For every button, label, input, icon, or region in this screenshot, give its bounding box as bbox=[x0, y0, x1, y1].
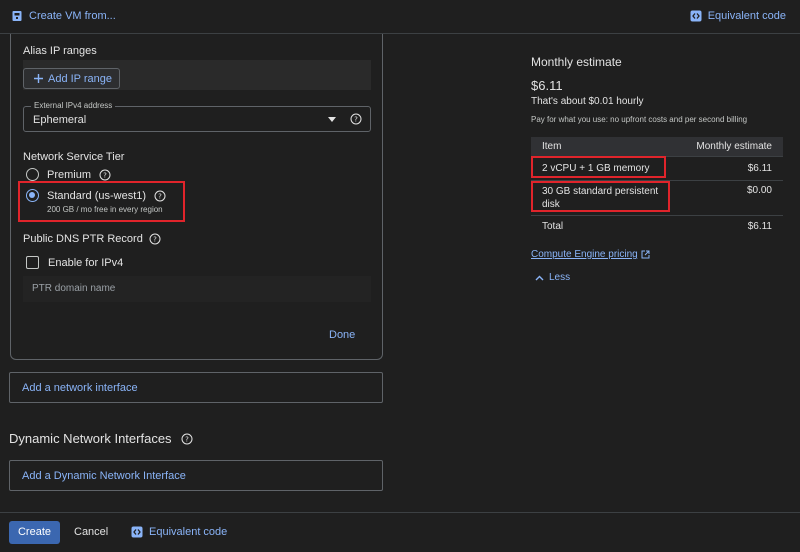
done-button[interactable]: Done bbox=[329, 329, 355, 341]
add-network-interface-button[interactable]: Add a network interface bbox=[9, 372, 383, 403]
standard-label: Standard (us-west1) bbox=[47, 189, 147, 202]
add-dynamic-network-interface-button[interactable]: Add a Dynamic Network Interface bbox=[9, 460, 383, 491]
create-vm-from-label: Create VM from... bbox=[29, 10, 116, 22]
row-cost: $6.11 bbox=[747, 221, 772, 232]
dropdown-arrow-icon bbox=[328, 117, 336, 122]
row-cost: $0.00 bbox=[746, 185, 772, 196]
enable-ipv4-option[interactable]: Enable for IPv4 bbox=[26, 256, 123, 269]
svg-text:?: ? bbox=[153, 236, 157, 244]
chevron-up-icon bbox=[535, 275, 544, 281]
estimate-price: $6.11 bbox=[531, 78, 563, 93]
bottom-bar: Create Cancel Equivalent code bbox=[0, 512, 800, 552]
dns-ptr-label: Public DNS PTR Record bbox=[23, 233, 143, 245]
add-ip-range-button[interactable]: Add IP range bbox=[23, 68, 120, 89]
svg-text:?: ? bbox=[354, 116, 358, 124]
table-header: Item Monthly estimate bbox=[531, 137, 783, 156]
help-icon[interactable]: ? bbox=[181, 433, 193, 445]
less-toggle[interactable]: Less bbox=[535, 272, 570, 283]
estimate-hourly: That's about $0.01 hourly bbox=[531, 96, 644, 107]
equivalent-code-bottom-label: Equivalent code bbox=[149, 526, 228, 538]
monthly-estimate-title: Monthly estimate bbox=[531, 55, 622, 69]
code-icon bbox=[131, 526, 143, 538]
column-item: Item bbox=[542, 141, 562, 152]
add-network-interface-label: Add a network interface bbox=[22, 382, 138, 394]
help-icon[interactable]: ? bbox=[99, 169, 111, 181]
equivalent-code-label: Equivalent code bbox=[707, 10, 786, 22]
enable-ipv4-label: Enable for IPv4 bbox=[48, 256, 124, 269]
add-dynamic-network-label: Add a Dynamic Network Interface bbox=[22, 470, 186, 482]
tier-standard-option[interactable]: Standard (us-west1) ? bbox=[26, 189, 166, 202]
dns-ptr-title: Public DNS PTR Record ? bbox=[23, 233, 161, 245]
ptr-domain-input[interactable]: PTR domain name bbox=[23, 276, 371, 302]
alias-ip-title: Alias IP ranges bbox=[23, 45, 97, 57]
ptr-domain-placeholder: PTR domain name bbox=[32, 283, 116, 294]
tier-premium-option[interactable]: Premium ? bbox=[26, 168, 111, 181]
create-vm-from-button[interactable]: Create VM from... bbox=[11, 10, 116, 22]
external-ipv4-select[interactable]: External IPv4 address Ephemeral ? bbox=[23, 101, 371, 132]
add-ip-range-label: Add IP range bbox=[48, 72, 113, 85]
less-label: Less bbox=[549, 272, 571, 283]
standard-tier-subtext: 200 GB / mo free in every region bbox=[47, 205, 163, 214]
enable-ipv4-checkbox[interactable] bbox=[26, 256, 39, 269]
svg-text:?: ? bbox=[103, 171, 107, 179]
help-icon[interactable]: ? bbox=[149, 233, 161, 245]
cancel-button[interactable]: Cancel bbox=[74, 526, 108, 538]
dynamic-network-title: Dynamic Network Interfaces ? bbox=[9, 431, 193, 446]
standard-radio[interactable] bbox=[26, 189, 39, 202]
network-tier-title: Network Service Tier bbox=[23, 151, 125, 163]
external-ipv4-value: Ephemeral bbox=[33, 114, 87, 126]
create-button[interactable]: Create bbox=[9, 521, 60, 544]
svg-text:?: ? bbox=[158, 192, 162, 200]
document-icon bbox=[11, 10, 23, 22]
compute-engine-pricing-link[interactable]: Compute Engine pricing bbox=[531, 249, 650, 260]
pricing-link-label: Compute Engine pricing bbox=[531, 249, 638, 260]
equivalent-code-bottom-button[interactable]: Equivalent code bbox=[131, 526, 227, 538]
equivalent-code-top-button[interactable]: Equivalent code bbox=[690, 10, 786, 22]
top-bar: Create VM from... Equivalent code bbox=[0, 0, 800, 34]
alias-ip-section: Add IP range bbox=[23, 60, 371, 90]
help-icon[interactable]: ? bbox=[350, 113, 362, 125]
svg-text:?: ? bbox=[185, 435, 189, 443]
code-icon bbox=[690, 10, 702, 22]
help-icon[interactable]: ? bbox=[154, 190, 166, 202]
external-ipv4-label: External IPv4 address bbox=[31, 101, 116, 110]
dynamic-network-label: Dynamic Network Interfaces bbox=[9, 431, 172, 446]
premium-label: Premium bbox=[47, 168, 92, 181]
row-cost: $6.11 bbox=[747, 163, 772, 174]
table-row: Total $6.11 bbox=[531, 215, 783, 237]
premium-radio[interactable] bbox=[26, 168, 39, 181]
column-monthly-estimate: Monthly estimate bbox=[696, 141, 772, 152]
network-interface-panel: Alias IP ranges Add IP range External IP… bbox=[10, 34, 383, 360]
plus-icon bbox=[34, 74, 43, 83]
cpu-memory-highlight bbox=[531, 156, 666, 178]
external-link-icon bbox=[641, 250, 650, 259]
disk-highlight bbox=[531, 181, 670, 212]
row-item: Total bbox=[542, 221, 564, 232]
estimate-note: Pay for what you use: no upfront costs a… bbox=[531, 115, 748, 124]
